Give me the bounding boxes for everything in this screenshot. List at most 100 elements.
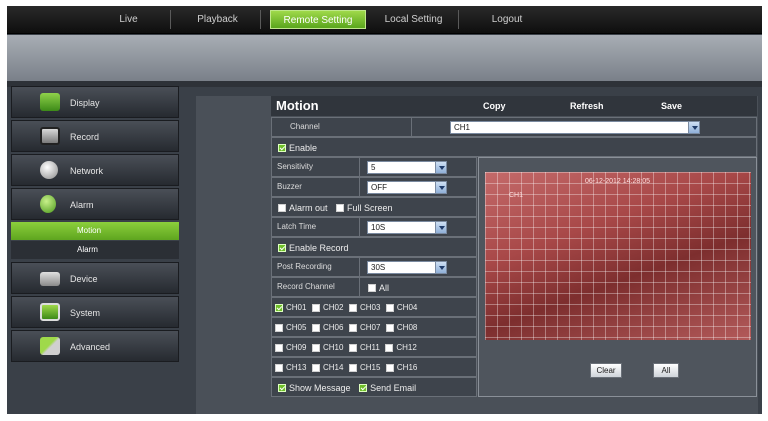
sidebar-item-label: Alarm — [70, 200, 94, 210]
sidebar-item-label: Device — [70, 274, 98, 284]
tab-playback[interactable]: Playback — [175, 10, 261, 29]
tab-live[interactable]: Live — [87, 10, 171, 29]
record-channel-all-label: All — [379, 282, 390, 293]
sidebar-item-record[interactable]: Record — [11, 120, 179, 152]
sidebar-item-display[interactable]: Display — [11, 86, 179, 118]
refresh-button[interactable]: Refresh — [570, 101, 604, 111]
full-screen-checkbox[interactable] — [336, 203, 345, 212]
sensitivity-row: Sensitivity 5 — [271, 157, 477, 177]
ch13-label: CH13 — [286, 362, 307, 372]
chevron-down-icon — [688, 122, 699, 133]
copy-button[interactable]: Copy — [483, 101, 506, 111]
buzzer-select[interactable]: OFF — [367, 181, 447, 194]
channel-row: Channel CH1 — [271, 117, 757, 137]
show-message-checkbox[interactable] — [278, 383, 286, 392]
ch04-checkbox[interactable] — [385, 303, 394, 312]
sidebar-item-device[interactable]: Device — [11, 262, 179, 294]
record-channel-all-checkbox[interactable] — [368, 283, 376, 292]
full-screen-label: Full Screen — [347, 202, 393, 213]
page-title: Motion — [276, 98, 319, 113]
sidebar-item-label: Network — [70, 166, 104, 176]
ch02-label: CH02 — [322, 302, 344, 312]
ch11-checkbox[interactable] — [348, 343, 357, 352]
motion-settings: Motion Copy Refresh Save Channel CH1 Ena… — [271, 96, 757, 414]
ch06-checkbox[interactable] — [311, 323, 320, 332]
channel-label: Channel — [272, 118, 412, 136]
alarm-out-line: Alarm out Full Screen — [278, 198, 399, 216]
channel-checkbox-line: CH05 CH06 CH07 CH08 — [275, 318, 420, 336]
motion-preview-panel: 06-12-2012 14:28:05 CH1 Clear All — [478, 157, 757, 397]
post-recording-label: Post Recording — [272, 258, 360, 276]
post-recording-select[interactable]: 30S — [367, 261, 447, 274]
alarm-icon — [40, 195, 56, 213]
latch-time-row: Latch Time 10S — [271, 217, 477, 237]
ch16-label: CH16 — [396, 362, 418, 372]
ch16-checkbox[interactable] — [385, 363, 394, 372]
tab-logout[interactable]: Logout — [467, 10, 547, 29]
channel-checkbox-line: CH01 CH02 CH03 CH04 — [275, 298, 420, 316]
ch14-checkbox[interactable] — [311, 363, 320, 372]
notify-line: Show Message Send Email — [278, 378, 422, 396]
sidebar-item-label: System — [70, 308, 101, 318]
sidebar-item-network[interactable]: Network — [11, 154, 179, 186]
ch15-label: CH15 — [359, 362, 381, 372]
post-recording-value: 30S — [371, 263, 386, 272]
buzzer-row: Buzzer OFF — [271, 177, 477, 197]
select-all-button[interactable]: All — [653, 363, 679, 378]
ch06-label: CH06 — [322, 322, 344, 332]
sidebar-item-label: Advanced — [70, 342, 111, 352]
enable-record-line: Enable Record — [278, 238, 355, 256]
ch01-checkbox[interactable] — [275, 303, 283, 312]
main-panel: Motion Copy Refresh Save Channel CH1 Ena… — [196, 96, 758, 414]
ch09-label: CH09 — [286, 342, 307, 352]
chevron-down-icon — [435, 222, 446, 233]
notify-row: Show Message Send Email — [271, 377, 477, 397]
record-channel-all-line: All — [368, 278, 395, 296]
enable-label: Enable — [289, 142, 318, 153]
sensitivity-value: 5 — [371, 163, 376, 172]
ch03-checkbox[interactable] — [348, 303, 357, 312]
record-channel-row: Record Channel All — [271, 277, 477, 297]
ch05-checkbox[interactable] — [275, 323, 283, 332]
sidebar-item-alarm[interactable]: Alarm — [11, 188, 179, 220]
ch15-checkbox[interactable] — [348, 363, 357, 372]
channel-select[interactable]: CH1 — [450, 121, 700, 134]
tab-remote-setting[interactable]: Remote Setting — [270, 10, 366, 29]
clear-button[interactable]: Clear — [590, 363, 622, 378]
latch-time-select[interactable]: 10S — [367, 221, 447, 234]
sidebar-item-system[interactable]: System — [11, 296, 179, 328]
latch-time-label: Latch Time — [272, 218, 360, 236]
post-recording-row: Post Recording 30S — [271, 257, 477, 277]
save-button[interactable]: Save — [661, 101, 682, 111]
ch02-checkbox[interactable] — [311, 303, 320, 312]
sidebar-item-label: Display — [70, 98, 100, 108]
ch08-checkbox[interactable] — [385, 323, 394, 332]
system-icon — [40, 303, 60, 321]
motion-detection-grid[interactable]: 06-12-2012 14:28:05 CH1 — [485, 172, 751, 340]
channel-checkbox-row: CH01 CH02 CH03 CH04 — [271, 297, 477, 317]
tools-icon — [40, 337, 60, 355]
ch08-label: CH08 — [396, 322, 418, 332]
enable-row: Enable — [271, 137, 757, 157]
alarm-out-checkbox[interactable] — [278, 203, 286, 212]
ch07-checkbox[interactable] — [348, 323, 357, 332]
sidebar-subitem-alarm[interactable]: Alarm — [11, 241, 179, 259]
ch12-checkbox[interactable] — [385, 343, 394, 352]
sensitivity-select[interactable]: 5 — [367, 161, 447, 174]
ch05-label: CH05 — [286, 322, 307, 332]
enable-checkbox[interactable] — [278, 143, 286, 152]
ch10-checkbox[interactable] — [311, 343, 320, 352]
motion-grid-overlay[interactable] — [485, 172, 751, 340]
sidebar-subitem-motion[interactable]: Motion — [11, 222, 179, 240]
monitor-icon — [40, 93, 60, 111]
ch14-label: CH14 — [322, 362, 344, 372]
ch03-label: CH03 — [359, 302, 381, 312]
show-message-label: Show Message — [289, 382, 351, 393]
send-email-checkbox[interactable] — [359, 383, 368, 392]
enable-record-checkbox[interactable] — [278, 243, 286, 252]
tab-local-setting[interactable]: Local Setting — [369, 10, 459, 29]
ch13-checkbox[interactable] — [275, 363, 283, 372]
ch09-checkbox[interactable] — [275, 343, 283, 352]
ch01-label: CH01 — [286, 302, 307, 312]
sidebar-item-advanced[interactable]: Advanced — [11, 330, 179, 362]
